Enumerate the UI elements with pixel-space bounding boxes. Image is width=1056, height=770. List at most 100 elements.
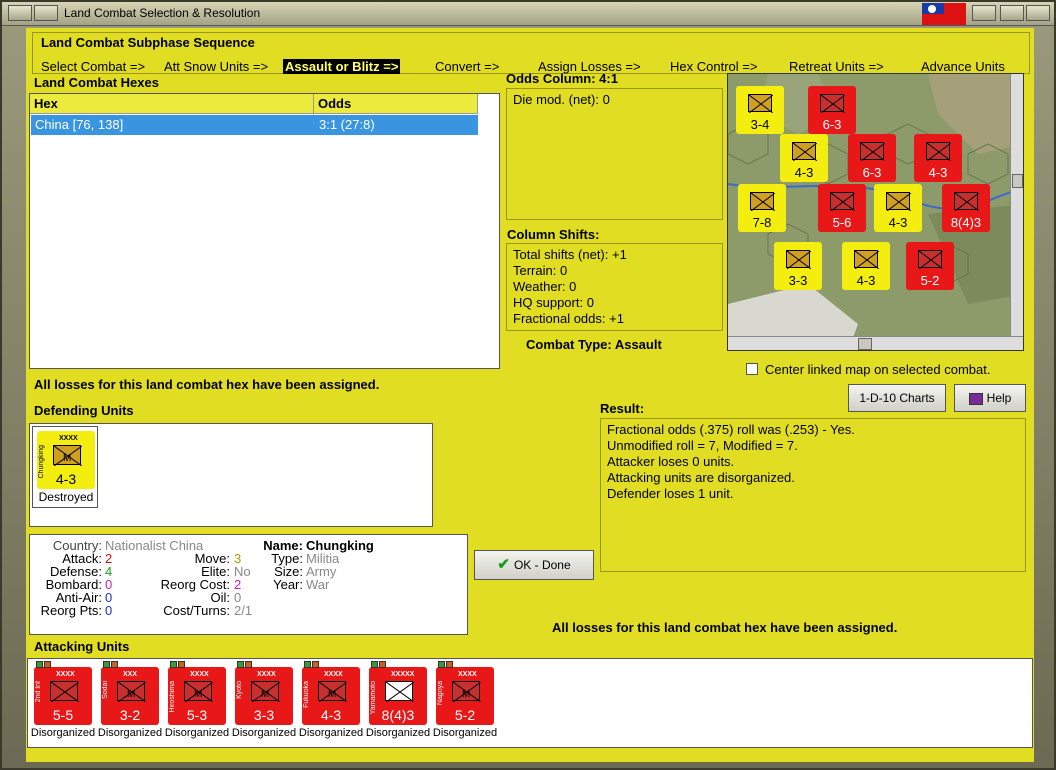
unit-strength: 5-2: [920, 273, 940, 288]
column-shifts-title: Column Shifts:: [507, 227, 600, 242]
map-vertical-scrollbar[interactable]: [1010, 74, 1023, 336]
unit-strength: 6-3: [822, 117, 842, 132]
minimize-button[interactable]: [34, 5, 58, 21]
attacking-title: Attacking Units: [34, 639, 130, 654]
map-unit-counter[interactable]: 3-3: [774, 242, 822, 290]
supply-marker-icon: [237, 661, 244, 668]
unit-strength: 3-3: [253, 707, 275, 723]
help-button[interactable]: Help: [954, 384, 1026, 412]
center-map-checkbox[interactable]: [746, 363, 758, 375]
title-bar: Land Combat Selection & Resolution: [2, 2, 1054, 26]
restore-button[interactable]: [1000, 5, 1024, 21]
map-unit-counter[interactable]: 6-3: [808, 86, 856, 134]
year-value: War: [306, 577, 330, 592]
unit-symbol-icon: [750, 192, 775, 211]
unit-symbol-icon: [792, 142, 817, 161]
map-unit-counter[interactable]: 5-2: [906, 242, 954, 290]
seq-step-att-snow: Att Snow Units =>: [164, 59, 269, 74]
unit-strength: 4-3: [794, 165, 814, 180]
unit-symbol-icon: [786, 250, 811, 269]
status-marker-icon: [44, 661, 51, 668]
shift-line: Terrain: 0: [513, 263, 568, 278]
unit-strength: 5-6: [832, 215, 852, 230]
unit-status: Disorganized: [298, 727, 364, 739]
maximize-button[interactable]: [972, 5, 996, 21]
supply-marker-icon: [438, 661, 445, 668]
attacking-unit-counter[interactable]: XXXXX Yamamoto 8(4)3: [369, 661, 427, 725]
defending-unit-counter[interactable]: XXXX Chungking M 4-3: [37, 431, 95, 489]
odds-column-header[interactable]: Odds: [314, 94, 478, 114]
subphase-sequence: Land Combat Subphase Sequence Select Com…: [32, 32, 1030, 74]
unit-status: Disorganized: [97, 727, 163, 739]
supply-marker-icon: [103, 661, 110, 668]
unit-symbol-icon: [748, 94, 773, 113]
unit-symbol-icon: [918, 250, 943, 269]
result-line: Fractional odds (.375) roll was (.253) -…: [607, 422, 855, 437]
map-horizontal-scrollbar[interactable]: [728, 336, 1023, 350]
status-marker-icon: [178, 661, 185, 668]
attacking-unit-counter[interactable]: XXXX Hiroshima M 5-3: [168, 661, 226, 725]
system-menu-button[interactable]: [8, 5, 32, 21]
charts-button[interactable]: 1-D-10 Charts: [848, 384, 946, 412]
unit-strength: 3-2: [119, 707, 141, 723]
attacking-unit-counter[interactable]: XXX Sodai M 3-2: [101, 661, 159, 725]
hex-column-header[interactable]: Hex: [30, 94, 314, 114]
attacking-unit-counter[interactable]: XXXX Nagoya M 5-2: [436, 661, 494, 725]
unit-strength: 4-3: [856, 273, 876, 288]
map-unit-counter[interactable]: 6-3: [848, 134, 896, 182]
unit-strength: 5-3: [186, 707, 208, 723]
status-marker-icon: [111, 661, 118, 668]
map-vscroll-thumb[interactable]: [1012, 174, 1023, 188]
sequence-title: Land Combat Subphase Sequence: [41, 35, 255, 50]
reorgpts-value: 0: [105, 603, 113, 618]
costturns-label: Cost/Turns:: [163, 603, 230, 618]
seq-step-assault-active: Assault or Blitz =>: [283, 59, 401, 74]
unit-status: Destroyed: [38, 490, 94, 504]
map-unit-counter[interactable]: 4-3: [780, 134, 828, 182]
window-title: Land Combat Selection & Resolution: [64, 6, 261, 20]
status-marker-icon: [245, 661, 252, 668]
attacking-unit-counter[interactable]: XXXX Fukuoka M 4-3: [302, 661, 360, 725]
supply-marker-icon: [170, 661, 177, 668]
headquarters-icon: [385, 681, 414, 702]
map-unit-counter[interactable]: 4-3: [842, 242, 890, 290]
unit-symbol-icon: [886, 192, 911, 211]
attacking-unit-counter[interactable]: XXXX 2nd Inf 5-5: [34, 661, 92, 725]
attacking-unit-counter[interactable]: XXXX Kyoto M 3-3: [235, 661, 293, 725]
unit-strength: 3-4: [750, 117, 770, 132]
svg-text:M: M: [261, 689, 269, 700]
map-scroll-thumb[interactable]: [858, 338, 872, 350]
defending-title: Defending Units: [34, 403, 134, 418]
losses-message-bottom: All losses for this land combat hex have…: [552, 620, 898, 635]
unit-status: Disorganized: [164, 727, 230, 739]
losses-message-top: All losses for this land combat hex have…: [34, 377, 380, 392]
odds-cell: 3:1 (27:8): [319, 117, 375, 132]
linked-map[interactable]: 3-4 6-3 4-3 6-3 4-3 7-8 5-6 4-3 8(4)3 3-3 4-3 5-2: [727, 73, 1024, 351]
ok-done-button[interactable]: ✔ OK - Done: [474, 550, 594, 580]
unit-strength: 6-3: [862, 165, 882, 180]
map-unit-counter[interactable]: 8(4)3: [942, 184, 990, 232]
map-unit-counter[interactable]: 3-4: [736, 86, 784, 134]
map-unit-counter[interactable]: 5-6: [818, 184, 866, 232]
result-line: Attacker loses 0 units.: [607, 454, 735, 469]
militia-icon: M: [251, 681, 280, 702]
unit-status: Disorganized: [432, 727, 498, 739]
hexes-table: Hex Odds China [76, 138] 3:1 (27:8): [29, 93, 500, 369]
unit-symbol-icon: [954, 192, 979, 211]
table-row[interactable]: China [76, 138] 3:1 (27:8): [31, 115, 478, 135]
unit-name: Kyoto: [236, 681, 243, 699]
shift-line: Fractional odds: +1: [513, 311, 624, 326]
supply-marker-icon: [371, 661, 378, 668]
unit-name: Sodai: [102, 681, 109, 699]
result-line: Defender loses 1 unit.: [607, 486, 734, 501]
odds-column-panel: Die mod. (net): 0: [506, 88, 723, 220]
defending-units-panel: XXXX Chungking M 4-3 Destroyed: [29, 423, 433, 527]
seq-step-hex-control: Hex Control =>: [670, 59, 758, 74]
close-button[interactable]: [1026, 5, 1050, 21]
map-unit-counter[interactable]: 4-3: [914, 134, 962, 182]
unit-status: Disorganized: [365, 727, 431, 739]
map-unit-counter[interactable]: 7-8: [738, 184, 786, 232]
map-unit-counter[interactable]: 4-3: [874, 184, 922, 232]
unit-strength: 4-3: [888, 215, 908, 230]
unit-symbol-icon: [854, 250, 879, 269]
